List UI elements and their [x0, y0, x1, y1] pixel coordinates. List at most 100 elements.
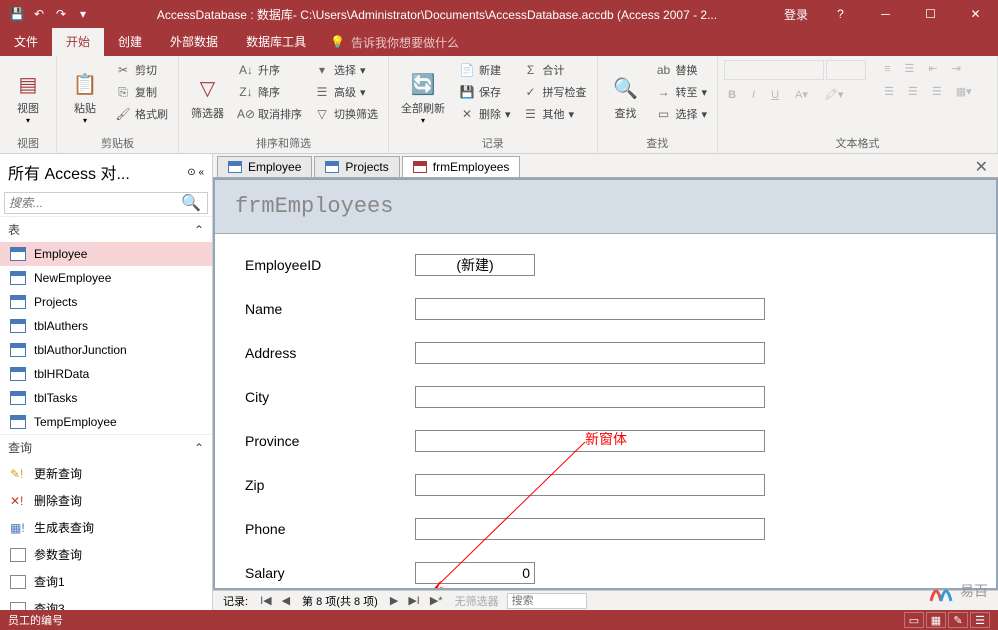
spelling-button[interactable]: ✓拼写检查 [519, 82, 591, 102]
tab-create[interactable]: 创建 [104, 28, 156, 56]
record-search-input[interactable] [507, 593, 587, 609]
bulb-icon: 💡 [330, 35, 345, 49]
clear-sort-icon: A⊘ [238, 106, 254, 122]
group-text-format: B I U A▾ 🖍▾ ≡ ☰ ⇤ ⇥ ☰ ☰ ☰ ▦▾ [718, 56, 998, 153]
redo-icon[interactable]: ↷ [52, 5, 70, 23]
window-title: AccessDatabase : 数据库- C:\Users\Administr… [100, 6, 774, 23]
nav-header[interactable]: 所有 Access 对... ⊙ « [0, 154, 212, 190]
input-salary[interactable]: 0 [415, 562, 535, 584]
nav-item-tbltasks[interactable]: tblTasks [0, 386, 212, 410]
nav-item-tblhrdata[interactable]: tblHRData [0, 362, 212, 386]
field-salary: Salary 0 [245, 562, 966, 584]
field-zip: Zip [245, 474, 966, 496]
tab-home[interactable]: 开始 [52, 28, 104, 56]
login-link[interactable]: 登录 [774, 6, 818, 23]
nav-section-tables[interactable]: 表 ⌃ [0, 216, 212, 242]
field-name: Name [245, 298, 966, 320]
field-employeeid: EmployeeID (新建) [245, 254, 966, 276]
window-controls: ? ─ ☐ ✕ [818, 0, 998, 28]
last-record-button[interactable]: ▶I [404, 594, 424, 607]
doc-tab-frmemployees[interactable]: frmEmployees [402, 156, 521, 177]
input-address[interactable] [415, 342, 765, 364]
input-name[interactable] [415, 298, 765, 320]
paste-button[interactable]: 📋 粘贴 ▾ [63, 60, 107, 133]
nav-item-employee[interactable]: Employee [0, 242, 212, 266]
maximize-icon[interactable]: ☐ [908, 0, 953, 28]
goto-button[interactable]: →转至▾ [652, 82, 712, 102]
save-icon[interactable]: 💾 [8, 5, 26, 23]
cut-button[interactable]: ✂剪切 [111, 60, 172, 80]
record-navigator: 记录: I◀ ◀ 第 8 项(共 8 项) ▶ ▶I ▶* 无筛选器 [213, 590, 998, 610]
new-record-button[interactable]: 📄新建 [455, 60, 515, 80]
tab-external[interactable]: 外部数据 [156, 28, 232, 56]
tell-me-search[interactable]: 💡 告诉我你想要做什么 [320, 34, 469, 51]
selection-button[interactable]: ▾选择▾ [310, 60, 382, 80]
form-body: EmployeeID (新建) Name Address City Provin… [215, 234, 996, 588]
highlight-button: 🖍▾ [820, 86, 848, 103]
tab-file[interactable]: 文件 [0, 28, 52, 56]
nav-item-tempemployee[interactable]: TempEmployee [0, 410, 212, 434]
nav-item-tblauthers[interactable]: tblAuthers [0, 314, 212, 338]
prev-record-button[interactable]: ◀ [278, 594, 294, 607]
bullets-button: ≡ [880, 60, 894, 77]
replace-button[interactable]: ab替换 [652, 60, 712, 80]
sort-desc-button[interactable]: Z↓降序 [234, 82, 306, 102]
input-city[interactable] [415, 386, 765, 408]
nav-item-query1[interactable]: 查询1 [0, 568, 212, 595]
nav-item-projects[interactable]: Projects [0, 290, 212, 314]
form-header: frmEmployees [215, 180, 996, 234]
qat-dropdown-icon[interactable]: ▾ [74, 5, 92, 23]
search-icon[interactable]: 🔍 [175, 193, 207, 213]
view-button[interactable]: ▤ 视图 ▾ [6, 60, 50, 133]
filter-button[interactable]: ▽ 筛选器 [185, 60, 230, 133]
nav-search-input[interactable] [5, 194, 175, 212]
close-tab-icon[interactable]: ✕ [965, 157, 998, 177]
input-phone[interactable] [415, 518, 765, 540]
copy-button[interactable]: ⎘复制 [111, 82, 172, 102]
refresh-all-button[interactable]: 🔄 全部刷新 ▾ [395, 60, 451, 133]
nav-item-tblauthorjunction[interactable]: tblAuthorJunction [0, 338, 212, 362]
minimize-icon[interactable]: ─ [863, 0, 908, 28]
watermark: 易百 [926, 576, 988, 606]
find-button[interactable]: 🔍 查找 [604, 60, 648, 133]
nav-item-delete-query[interactable]: ✕!删除查询 [0, 487, 212, 514]
sort-asc-button[interactable]: A↓升序 [234, 60, 306, 80]
doc-tab-employee[interactable]: Employee [217, 156, 312, 177]
select-icon: ▭ [656, 106, 672, 122]
nav-section-queries[interactable]: 查询 ⌃ [0, 434, 212, 460]
delete-record-button[interactable]: ✕删除▾ [455, 104, 515, 124]
align-left-button: ☰ [880, 83, 898, 100]
nav-item-param-query[interactable]: 参数查询 [0, 541, 212, 568]
navigation-pane: 所有 Access 对... ⊙ « 🔍 表 ⌃ Employee NewEmp… [0, 154, 213, 610]
nav-dropdown-icon[interactable]: ⊙ « [187, 167, 204, 178]
close-icon[interactable]: ✕ [953, 0, 998, 28]
table-icon [10, 271, 26, 285]
advanced-button[interactable]: ☰高级▾ [310, 82, 382, 102]
select-button[interactable]: ▭选择▾ [652, 104, 712, 124]
first-record-button[interactable]: I◀ [256, 594, 276, 607]
doc-tab-projects[interactable]: Projects [314, 156, 399, 177]
clear-sort-button[interactable]: A⊘取消排序 [234, 104, 306, 124]
help-icon[interactable]: ? [818, 0, 863, 28]
save-icon: 💾 [459, 84, 475, 100]
input-zip[interactable] [415, 474, 765, 496]
delete-query-icon: ✕! [10, 494, 26, 508]
input-employeeid[interactable]: (新建) [415, 254, 535, 276]
save-record-button[interactable]: 💾保存 [455, 82, 515, 102]
abc-icon: ✓ [523, 84, 539, 100]
nav-item-newemployee[interactable]: NewEmployee [0, 266, 212, 290]
more-button[interactable]: ☰其他▾ [519, 104, 591, 124]
sigma-icon: Σ [523, 62, 539, 78]
nav-item-maketable-query[interactable]: ▦!生成表查询 [0, 514, 212, 541]
undo-icon[interactable]: ↶ [30, 5, 48, 23]
nav-item-query3[interactable]: 查询3 [0, 595, 212, 610]
document-area: Employee Projects frmEmployees ✕ frmEmpl… [213, 154, 998, 610]
next-record-button[interactable]: ▶ [386, 594, 402, 607]
new-record-nav-button[interactable]: ▶* [426, 594, 447, 607]
nav-item-update-query[interactable]: ✎!更新查询 [0, 460, 212, 487]
tab-dbtools[interactable]: 数据库工具 [232, 28, 320, 56]
toggle-filter-button[interactable]: ▽切换筛选 [310, 104, 382, 124]
totals-button[interactable]: Σ合计 [519, 60, 591, 80]
quick-access-toolbar: 💾 ↶ ↷ ▾ [0, 5, 100, 23]
format-painter-button[interactable]: 🖌格式刷 [111, 104, 172, 124]
